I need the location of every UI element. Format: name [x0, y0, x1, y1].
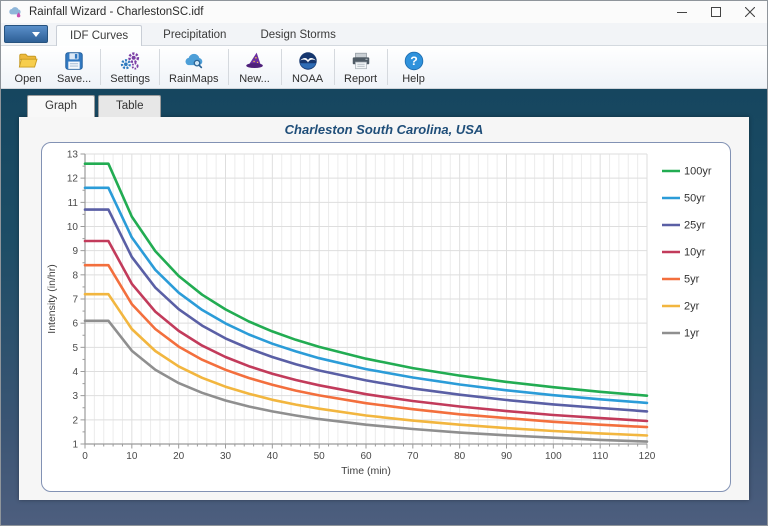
- svg-text:100: 100: [545, 451, 562, 462]
- svg-text:90: 90: [501, 451, 513, 462]
- window-title: Rainfall Wizard - CharlestonSC.idf: [29, 6, 204, 18]
- svg-text:3: 3: [72, 391, 78, 402]
- toolbar-separator: [386, 49, 388, 85]
- report-button[interactable]: Report: [338, 47, 384, 87]
- toolbar-separator: [159, 49, 160, 85]
- workspace: Graph Table Charleston South Carolina, U…: [1, 89, 767, 525]
- open-button-label: Open: [14, 72, 42, 85]
- legend-item-50yr: 50yr: [662, 193, 706, 205]
- legend-item-10yr: 10yr: [662, 247, 706, 259]
- x-axis-label: Time (min): [341, 465, 391, 477]
- floppy-disk-icon: [63, 50, 85, 72]
- svg-text:120: 120: [639, 451, 656, 462]
- rainmaps-button-label: RainMaps: [169, 72, 219, 85]
- svg-text:110: 110: [592, 451, 608, 462]
- idf-chart: 0 10 20 30 40 50 60 70 80 90 100 110 120123456789101…: [46, 150, 712, 478]
- svg-text:40: 40: [267, 451, 279, 462]
- y-axis-label: Intensity (in/hr): [46, 264, 58, 333]
- report-button-label: Report: [344, 72, 378, 85]
- titlebar: Rainfall Wizard - CharlestonSC.idf: [1, 1, 767, 23]
- app-menu-button[interactable]: [4, 25, 48, 43]
- open-button[interactable]: Open: [5, 47, 51, 87]
- rainmaps-button[interactable]: RainMaps: [163, 47, 225, 87]
- noaa-logo-icon: [297, 50, 319, 72]
- ribbon-tab-design-storms[interactable]: Design Storms: [247, 25, 348, 45]
- svg-text:7: 7: [72, 295, 78, 306]
- help-button[interactable]: ? Help: [391, 47, 437, 87]
- toolbar-separator: [280, 49, 282, 85]
- toolbar-separator: [333, 49, 335, 85]
- svg-text:11: 11: [68, 198, 79, 209]
- svg-text:80: 80: [454, 451, 466, 462]
- svg-text:60: 60: [360, 451, 372, 462]
- chart-title: Charleston South Carolina, USA: [284, 122, 484, 137]
- noaa-button[interactable]: NOAA: [285, 47, 331, 87]
- noaa-button-label: NOAA: [291, 72, 324, 85]
- folder-open-icon: [17, 50, 39, 72]
- svg-text:5yr: 5yr: [684, 274, 700, 286]
- toolbar-separator: [227, 49, 229, 85]
- svg-text:6: 6: [72, 319, 78, 330]
- svg-text:10: 10: [126, 451, 138, 462]
- tab-table[interactable]: Table: [97, 95, 162, 117]
- svg-text:50: 50: [314, 451, 326, 462]
- close-button[interactable]: [733, 1, 767, 23]
- svg-text:70: 70: [407, 451, 419, 462]
- svg-text:2yr: 2yr: [684, 301, 700, 313]
- ribbon-tab-strip: IDF Curves Precipitation Design Storms: [1, 23, 767, 46]
- chart-frame: 0 10 20 30 40 50 60 70 80 90 100 110 120 1 2 3 4 5 6 7 8 9 10 1…: [41, 142, 731, 492]
- cloud-search-icon: [183, 50, 205, 72]
- app-window: Rainfall Wizard - CharlestonSC.idf IDF C…: [0, 0, 768, 526]
- settings-button[interactable]: Settings: [104, 47, 156, 87]
- new-button-label: New...: [239, 72, 270, 85]
- new-button[interactable]: New...: [232, 47, 278, 87]
- ribbon-tab-precipitation[interactable]: Precipitation: [150, 25, 239, 45]
- window-controls: [665, 1, 767, 23]
- legend-item-1yr: 1yr: [662, 328, 700, 340]
- toolbar: Open Save... Settings RainMaps New... NO…: [1, 46, 767, 89]
- svg-text:4: 4: [72, 367, 78, 378]
- svg-text:13: 13: [67, 150, 79, 161]
- chevron-down-icon: [32, 31, 40, 37]
- legend-item-25yr: 25yr: [662, 220, 706, 232]
- wizard-hat-icon: [244, 50, 266, 72]
- svg-text:100yr: 100yr: [684, 166, 712, 178]
- svg-text:2: 2: [72, 415, 78, 426]
- svg-text:10yr: 10yr: [684, 247, 706, 259]
- gears-icon: [119, 50, 141, 72]
- legend: 100yr 50yr 25yr 10yr 5yr 2yr 1yr: [662, 166, 712, 340]
- printer-icon: [350, 50, 372, 72]
- settings-button-label: Settings: [110, 72, 150, 85]
- ribbon-tab-idf-curves[interactable]: IDF Curves: [56, 25, 143, 46]
- svg-text:20: 20: [173, 451, 185, 462]
- svg-text:30: 30: [220, 451, 232, 462]
- svg-text:25yr: 25yr: [684, 220, 706, 232]
- svg-text:9: 9: [72, 246, 78, 257]
- legend-item-5yr: 5yr: [662, 274, 700, 286]
- view-tab-strip: Graph Table: [27, 95, 164, 117]
- legend-item-100yr: 100yr: [662, 166, 712, 178]
- svg-text:5: 5: [72, 343, 78, 354]
- svg-text:10: 10: [67, 222, 79, 233]
- legend-item-2yr: 2yr: [662, 301, 700, 313]
- help-icon: ?: [403, 50, 425, 72]
- minimize-button[interactable]: [665, 1, 699, 23]
- save-button[interactable]: Save...: [51, 47, 97, 87]
- svg-text:0: 0: [82, 451, 88, 462]
- rain-cloud-app-icon: [8, 5, 23, 20]
- toolbar-separator: [100, 49, 102, 85]
- save-button-label: Save...: [57, 72, 92, 85]
- svg-text:50yr: 50yr: [684, 193, 706, 205]
- svg-text:12: 12: [67, 174, 79, 185]
- svg-text:8: 8: [72, 270, 78, 281]
- svg-text:?: ?: [410, 54, 418, 68]
- help-button-label: Help: [402, 72, 425, 85]
- tab-graph[interactable]: Graph: [27, 95, 95, 117]
- maximize-button[interactable]: [699, 1, 733, 23]
- svg-text:1yr: 1yr: [684, 328, 700, 340]
- svg-text:1: 1: [72, 440, 78, 451]
- content-panel: Charleston South Carolina, USA 0 10 20 30 40…: [19, 117, 749, 500]
